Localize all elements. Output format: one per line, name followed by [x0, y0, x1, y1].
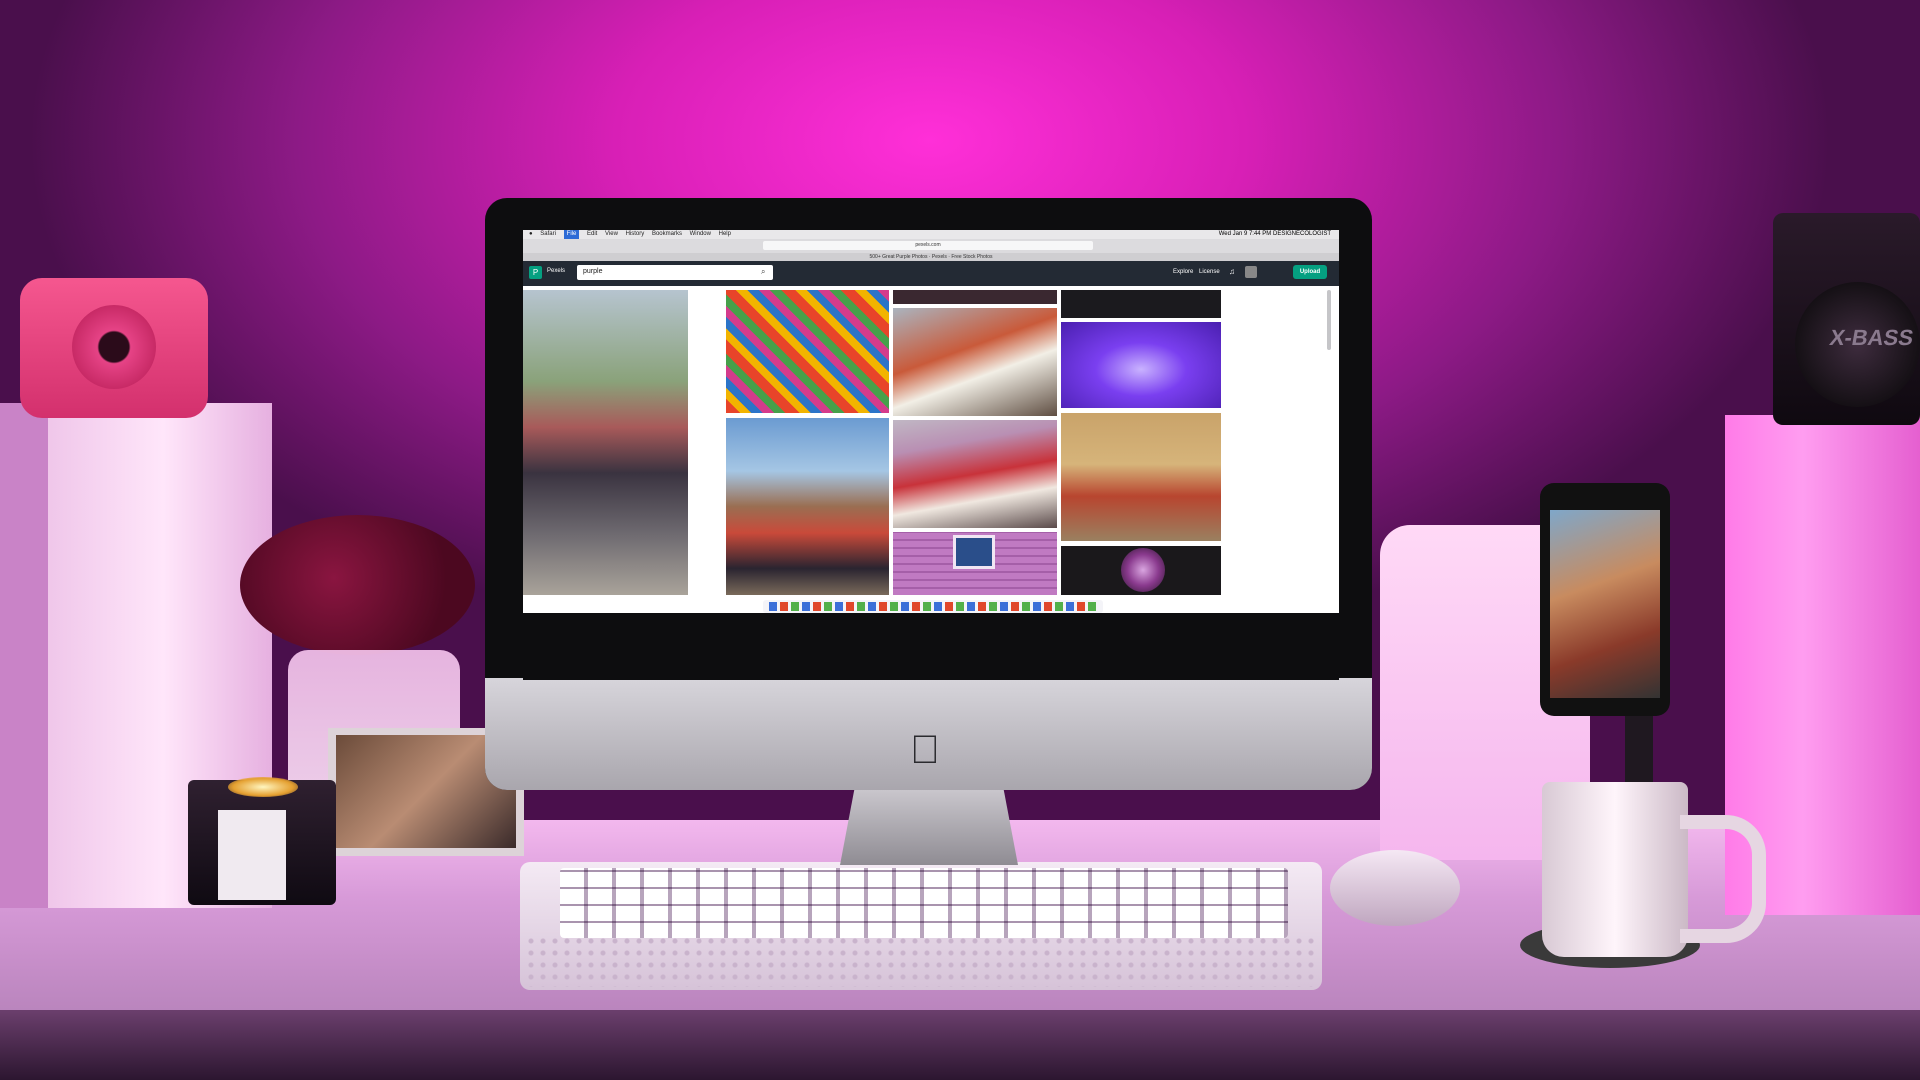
clock[interactable]: Wed Jan 9 7:44 PM: [1219, 231, 1272, 237]
photo-woman-llama[interactable]: [726, 418, 889, 595]
candle-flame: [228, 777, 298, 797]
keyboard-palmrest: [525, 935, 1317, 987]
user-name[interactable]: DESIGNECOLOGIST: [1273, 231, 1331, 237]
menu-bar-status: Wed Jan 9 7:44 PM DESIGNECOLOGIST: [1219, 230, 1331, 239]
bell-icon[interactable]: ♫: [1229, 267, 1235, 276]
candle-label: [218, 810, 286, 900]
left-shelf-side: [0, 403, 48, 908]
photo-textile-market[interactable]: [726, 290, 889, 413]
imac-stand: [840, 790, 1018, 865]
flower-bouquet: [240, 515, 475, 655]
menu-window[interactable]: Window: [690, 230, 711, 239]
scrollbar[interactable]: [1327, 290, 1331, 350]
speaker-label: X-BASS: [1827, 325, 1916, 350]
pexels-logo[interactable]: P: [529, 266, 542, 279]
camera-lens: [72, 305, 156, 389]
desk-edge: [0, 1010, 1920, 1080]
keyboard-keys[interactable]: [560, 868, 1288, 938]
photo-dark-top[interactable]: [1061, 290, 1221, 318]
search-value[interactable]: purple: [583, 268, 602, 275]
mac-menu-bar: ● Safari File Edit View History Bookmark…: [523, 230, 1339, 239]
search-icon[interactable]: ⌕: [761, 267, 765, 277]
tab-title[interactable]: 500+ Great Purple Photos · Pexels · Free…: [523, 253, 1339, 261]
photo-field-sitting[interactable]: [1061, 413, 1221, 541]
photo-llama-mountain[interactable]: [523, 290, 688, 595]
mouse[interactable]: [1330, 850, 1460, 926]
photo-market-group[interactable]: [893, 308, 1057, 416]
menu-view[interactable]: View: [605, 230, 618, 239]
apple-logo-icon: : [910, 728, 940, 773]
nav-license[interactable]: License: [1199, 269, 1220, 275]
menu-edit[interactable]: Edit: [587, 230, 597, 239]
imac-screen[interactable]: ● Safari File Edit View History Bookmark…: [523, 230, 1339, 680]
photo-alpaca-group[interactable]: [893, 420, 1057, 528]
apple-menu-icon[interactable]: ●: [529, 230, 533, 239]
flower-shape: [1121, 548, 1165, 592]
menu-history[interactable]: History: [626, 230, 645, 239]
dock-app-icons[interactable]: [769, 602, 1099, 611]
avatar[interactable]: [1245, 266, 1257, 278]
mug-handle: [1680, 815, 1766, 943]
coffee-mug: [1542, 782, 1688, 957]
photo-purple-water[interactable]: [1061, 322, 1221, 408]
menu-file[interactable]: File: [563, 230, 580, 239]
photo-dark-strip[interactable]: [893, 290, 1057, 304]
menu-safari[interactable]: Safari: [540, 230, 556, 239]
nav-explore[interactable]: Explore: [1173, 269, 1193, 275]
photo-window: [953, 535, 995, 569]
screen-lower-area: [523, 613, 1339, 680]
search-input[interactable]: [577, 265, 773, 280]
menu-bookmarks[interactable]: Bookmarks: [652, 230, 682, 239]
upload-button[interactable]: Upload: [1293, 265, 1327, 279]
phone-screen-photo: [1550, 510, 1660, 698]
address-bar[interactable]: pexels.com: [763, 241, 1093, 250]
brand-name[interactable]: Pexels: [547, 268, 565, 274]
menu-help[interactable]: Help: [719, 230, 731, 239]
